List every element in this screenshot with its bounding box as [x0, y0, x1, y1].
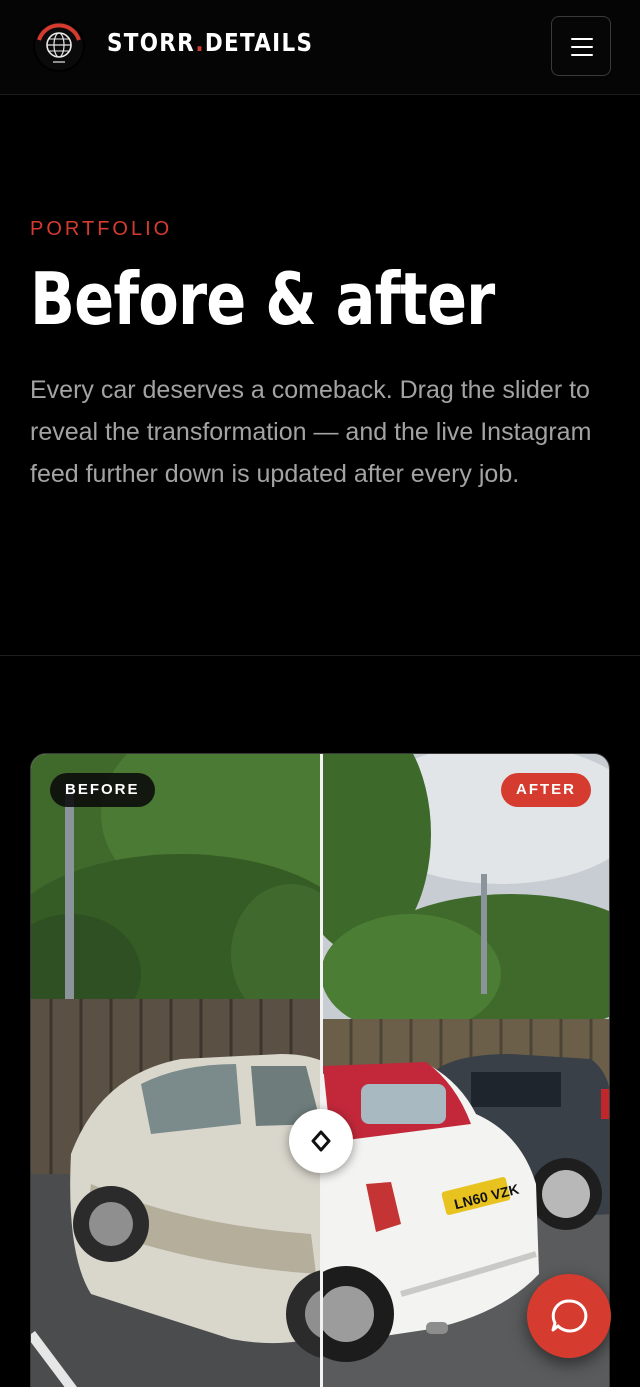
drag-arrows-icon — [311, 1130, 331, 1152]
slider-divider-line[interactable] — [320, 754, 323, 1387]
menu-button[interactable] — [551, 16, 611, 76]
page-title: Before & after — [30, 257, 495, 341]
slider-handle[interactable] — [289, 1109, 353, 1173]
site-header: STORR.DETAILS — [0, 0, 640, 95]
section-divider — [0, 655, 640, 656]
chat-button[interactable] — [527, 1274, 611, 1358]
chat-bubble-icon — [551, 1299, 588, 1333]
before-after-slider[interactable]: LN60 VZK BEFORE AFTER — [30, 753, 610, 1387]
before-label: BEFORE — [50, 773, 155, 807]
after-label: AFTER — [501, 773, 591, 807]
hamburger-menu-icon-bar — [571, 54, 593, 56]
brand-logo[interactable] — [33, 20, 85, 72]
hero-description: Every car deserves a comeback. Drag the … — [30, 376, 592, 488]
globe-emblem-logo-icon — [35, 22, 83, 70]
brand-name-second: DETAILS — [204, 28, 314, 57]
hamburger-menu-icon-bar — [571, 46, 593, 48]
brand-name-first: STORR — [107, 28, 196, 57]
section-eyebrow: PORTFOLIO — [30, 218, 173, 240]
brand-dot: . — [195, 28, 205, 57]
hamburger-menu-icon — [571, 38, 593, 40]
brand-wordmark[interactable]: STORR.DETAILS — [107, 28, 313, 57]
